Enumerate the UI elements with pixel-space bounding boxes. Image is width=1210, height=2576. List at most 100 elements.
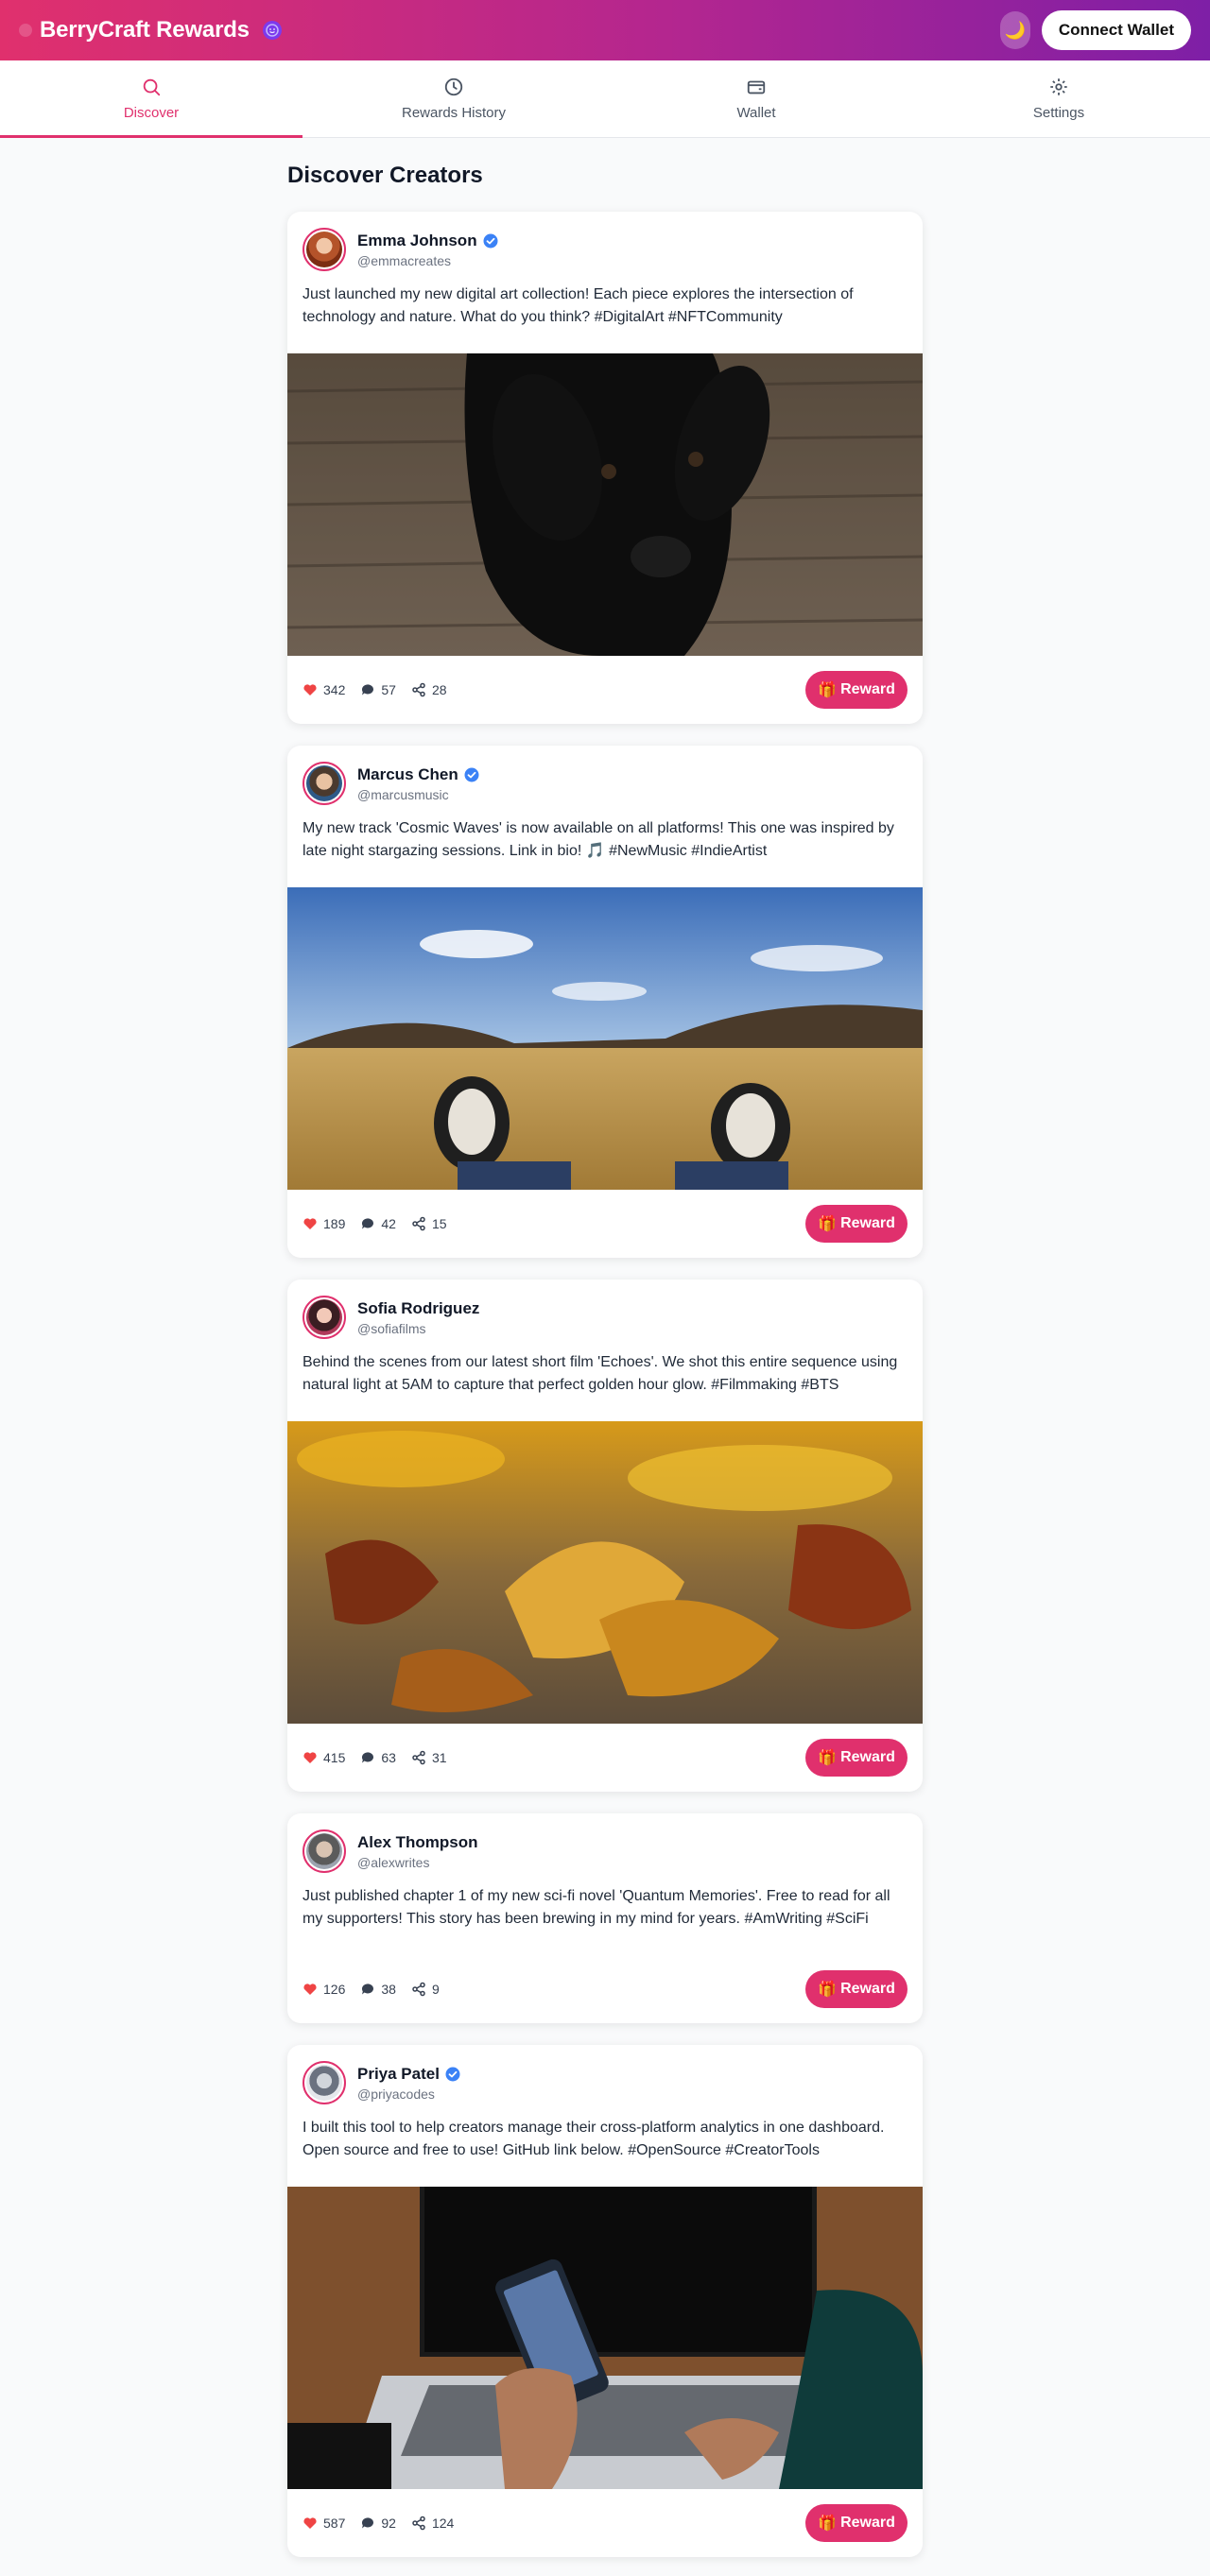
clock-icon	[444, 77, 463, 96]
post-image	[287, 353, 923, 656]
comment-icon	[362, 684, 374, 696]
creator-handle: @alexwrites	[357, 1854, 430, 1870]
post-image	[287, 2187, 923, 2489]
like-count: 189	[323, 1216, 346, 1231]
gift-icon: 🎁	[818, 2516, 838, 2532]
tab-settings[interactable]: Settings	[908, 60, 1210, 137]
like-count: 126	[323, 1982, 346, 1997]
like-button[interactable]: 415	[302, 1750, 345, 1765]
page-title: Discover Creators	[287, 163, 483, 188]
comment-button[interactable]: 63	[360, 1750, 396, 1765]
post-actions: 415 63 31 🎁 Reward	[287, 1724, 923, 1792]
connect-wallet-button[interactable]: Connect Wallet	[1041, 10, 1191, 50]
share-icon	[412, 1750, 425, 1765]
tab-label: Discover	[123, 105, 180, 121]
wallet-icon	[747, 80, 766, 94]
reward-label: Reward	[840, 2515, 895, 2531]
like-button[interactable]: 126	[302, 1982, 345, 1997]
heart-icon	[303, 1218, 317, 1229]
reward-label: Reward	[840, 681, 895, 697]
main-feed: Discover Creators Emma Johnson @emmacrea…	[287, 138, 923, 2557]
heart-icon	[303, 1752, 317, 1763]
creator-handle: @marcusmusic	[357, 786, 449, 802]
share-button[interactable]: 9	[411, 1982, 440, 1997]
reward-label: Reward	[840, 1215, 895, 1231]
avatar[interactable]	[302, 228, 346, 271]
menu-icon[interactable]	[19, 24, 32, 37]
gift-icon: 🎁	[818, 1216, 838, 1232]
comment-icon	[362, 1752, 374, 1763]
creator-name[interactable]: Emma Johnson	[357, 232, 477, 250]
gift-icon: 🎁	[818, 1982, 838, 1998]
post-card: Emma Johnson @emmacreates Just launched …	[287, 212, 923, 724]
creator-name[interactable]: Alex Thompson	[357, 1833, 478, 1852]
reward-button[interactable]: 🎁 Reward	[805, 671, 908, 709]
tab-rewards-history[interactable]: Rewards History	[302, 60, 605, 137]
avatar[interactable]	[302, 1296, 346, 1339]
comment-count: 63	[381, 1750, 396, 1765]
share-icon	[412, 682, 425, 697]
app-title: BerryCraft Rewards	[40, 17, 250, 43]
smile-icon	[262, 21, 282, 40]
reward-button[interactable]: 🎁 Reward	[805, 1205, 908, 1243]
like-button[interactable]: 342	[302, 682, 345, 697]
like-button[interactable]: 587	[302, 2516, 345, 2531]
post-text: Just published chapter 1 of my new sci-f…	[302, 1888, 890, 1927]
share-button[interactable]: 124	[411, 2516, 454, 2531]
avatar[interactable]	[302, 1829, 346, 1873]
post-actions: 587 92 124 🎁 Reward	[287, 2489, 923, 2557]
reward-label: Reward	[840, 1749, 895, 1765]
share-button[interactable]: 31	[411, 1750, 447, 1765]
share-count: 31	[431, 1750, 447, 1765]
reward-button[interactable]: 🎁 Reward	[805, 1970, 908, 2008]
share-count: 124	[431, 2516, 455, 2531]
comment-count: 38	[381, 1982, 396, 1997]
post-text: Just launched my new digital art collect…	[302, 286, 854, 325]
share-count: 15	[431, 1216, 447, 1231]
gift-icon: 🎁	[818, 682, 838, 698]
post-image	[287, 887, 923, 1190]
share-icon	[412, 2516, 425, 2531]
theme-toggle-button[interactable]: 🌙	[999, 11, 1030, 49]
tab-discover[interactable]: Discover	[0, 60, 302, 138]
share-icon	[412, 1982, 425, 1997]
share-button[interactable]: 28	[411, 682, 447, 697]
avatar[interactable]	[302, 762, 346, 805]
tab-label: Settings	[1032, 105, 1085, 121]
like-count: 587	[323, 2516, 346, 2531]
brand[interactable]: BerryCraft Rewards	[19, 17, 282, 43]
comment-count: 57	[381, 682, 396, 697]
reward-button[interactable]: 🎁 Reward	[805, 1739, 908, 1777]
creator-handle: @emmacreates	[357, 252, 452, 268]
share-count: 9	[431, 1982, 440, 1997]
creator-name[interactable]: Sofia Rodriguez	[357, 1299, 479, 1318]
tab-label: Wallet	[736, 105, 776, 121]
share-button[interactable]: 15	[411, 1216, 447, 1231]
post-actions: 189 42 15 🎁 Reward	[287, 1190, 923, 1258]
share-count: 28	[431, 682, 447, 697]
creator-name[interactable]: Marcus Chen	[357, 765, 458, 784]
reward-label: Reward	[840, 1981, 895, 1997]
gear-icon	[1050, 78, 1067, 95]
post-card: Alex Thompson @alexwrites Just published…	[287, 1813, 923, 2023]
comment-button[interactable]: 38	[360, 1982, 396, 1997]
comment-count: 92	[381, 2516, 396, 2531]
post-text: I built this tool to help creators manag…	[302, 2120, 885, 2158]
post-card: Sofia Rodriguez @sofiafilms Behind the s…	[287, 1279, 923, 1792]
tab-wallet[interactable]: Wallet	[605, 60, 908, 137]
post-text: My new track 'Cosmic Waves' is now avail…	[302, 820, 894, 859]
creator-name[interactable]: Priya Patel	[357, 2065, 440, 2084]
share-icon	[412, 1216, 425, 1231]
post-card: Marcus Chen @marcusmusic My new track 'C…	[287, 746, 923, 1258]
comment-button[interactable]: 57	[360, 682, 396, 697]
comment-button[interactable]: 92	[360, 2516, 396, 2531]
search-icon	[143, 78, 161, 96]
heart-icon	[303, 1984, 317, 1995]
creator-handle: @priyacodes	[357, 2086, 435, 2102]
like-count: 342	[323, 682, 346, 697]
comment-button[interactable]: 42	[360, 1216, 396, 1231]
comment-icon	[362, 1218, 374, 1229]
reward-button[interactable]: 🎁 Reward	[805, 2504, 908, 2542]
avatar[interactable]	[302, 2061, 346, 2104]
like-button[interactable]: 189	[302, 1216, 345, 1231]
